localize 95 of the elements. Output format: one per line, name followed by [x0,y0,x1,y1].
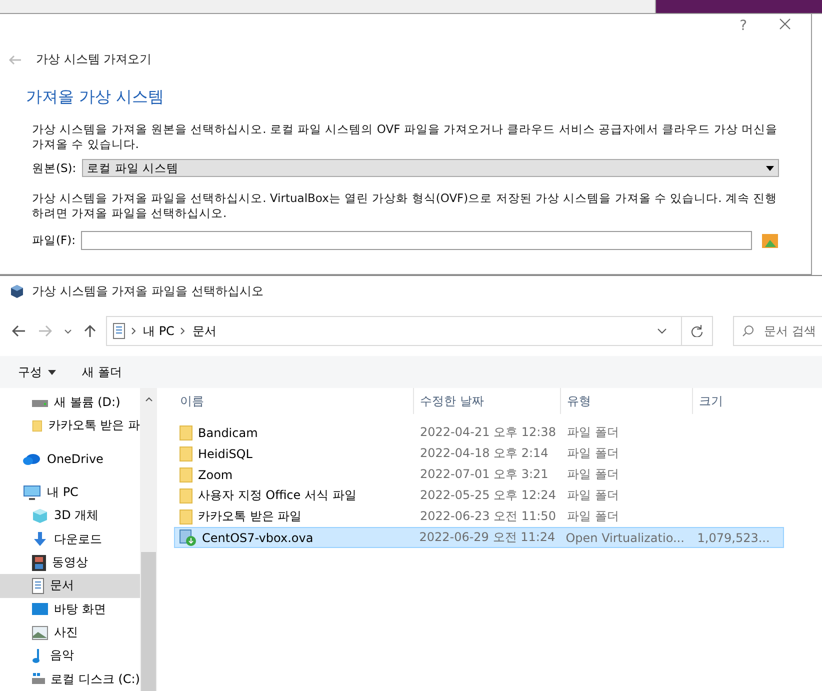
file-row[interactable]: Zoom 2022-07-01 오후 3:21 파일 폴더 [174,464,784,485]
nav-item[interactable]: 다운로드 [0,528,140,551]
address-bar[interactable]: 내 PC 문서 [106,316,682,346]
nav-item[interactable]: 문서 [0,574,140,598]
file-name: Bandicam [198,426,258,440]
folder-open-icon[interactable] [762,232,779,248]
file-row[interactable]: 카카오톡 받은 파일 2022-06-23 오전 11:50 파일 폴더 [174,506,784,527]
date-cell-text: 2022-06-29 오전 11:24 [418,529,556,546]
help-button[interactable]: ? [734,16,753,36]
date-cell-text: 2022-06-23 오전 11:50 [419,508,557,525]
column-header[interactable]: 이름 [174,388,413,414]
desktop-icon [32,602,48,616]
nav-item[interactable]: 동영상 [0,550,140,574]
nav-item[interactable]: 새 볼륨 (D:) [0,391,140,414]
nav-item[interactable]: 카카오톡 받은 파 [0,414,140,438]
up-button[interactable] [82,324,98,338]
file-name: 카카오톡 받은 파일 [198,508,302,525]
search-box[interactable]: 문서 검색 [733,316,822,346]
chevron-icon [131,327,137,335]
date-cell-text: 2022-04-21 오후 12:38 [419,424,557,441]
new-folder-button[interactable]: 새 폴더 [82,364,122,380]
folder-icon [32,418,42,434]
breadcrumb-item[interactable]: 내 PC [143,322,174,340]
size-cell-text: 1,079,523... [696,530,771,544]
column-header[interactable]: 유형 [560,388,692,414]
file-row[interactable]: 사용자 지정 Office 서식 파일 2022-05-25 오후 12:24 파일 폴더 [174,485,784,506]
type-cell-text: 파일 폴더 [566,487,620,504]
nav-item[interactable]: 내 PC [0,480,140,504]
nav-item[interactable]: 사진 [0,620,140,644]
folder-icon [179,488,193,504]
nav-item[interactable]: 바탕 화면 [0,598,140,621]
file-input-field[interactable] [81,231,752,250]
file-row[interactable]: HeidiSQL 2022-04-18 오후 2:14 파일 폴더 [174,443,784,464]
back-button[interactable] [10,325,28,337]
up-arrow-icon [84,324,96,338]
refresh-button[interactable] [681,316,713,346]
chevron-down-icon [657,328,668,334]
close-icon [779,18,791,30]
back-arrow-icon [12,325,26,337]
monitor-icon [23,484,41,501]
download-icon [32,531,48,548]
file-name: CentOS7-vbox.ova [202,530,314,544]
search-icon [742,325,754,337]
nav-item[interactable]: 로컬 디스크 (C:) [0,668,140,691]
package-icon [179,528,197,546]
file-intro-text: 가상 시스템을 가져올 파일을 선택하십시오. VirtualBox는 열린 가상화 형식(OVF)으로 저장된 가상 시스템을 가져올 수 있습니다. 계속 진행하려면 가져올 파일을 선택하십시오. [32,191,778,221]
date-cell-text: 2022-04-18 오후 2:14 [419,445,550,462]
nav-item[interactable]: OneDrive [0,448,140,471]
type-cell-text: 파일 폴더 [566,508,620,525]
file-name: Zoom [198,468,233,482]
refresh-icon [691,325,704,337]
column-header[interactable]: 크기 [692,388,784,414]
cube-icon [32,508,48,524]
drive-icon [32,398,48,408]
chevron-down-icon [64,328,72,334]
cloud-icon [23,453,41,466]
source-label: 원본(S): [32,160,76,176]
type-cell-text: Open Virtualizatio... [564,530,686,544]
chevron-icon [180,327,186,335]
folder-icon [179,508,193,524]
file-name: HeidiSQL [198,446,252,460]
picture-icon [32,626,48,640]
folder-icon [179,446,193,462]
type-cell-text: 파일 폴더 [566,445,620,462]
organize-menu-button[interactable]: 구성 [18,364,56,380]
type-cell-text: 파일 폴더 [566,424,620,441]
date-cell-text: 2022-05-25 오후 12:24 [419,487,557,504]
type-cell-text: 파일 폴더 [566,466,620,483]
file-label: 파일(F): [32,233,76,248]
scroll-up-icon [144,396,152,402]
document-icon [32,578,44,594]
wizard-title: 가상 시스템 가져오기 [36,51,152,68]
document-icon [113,323,125,339]
file-row[interactable]: CentOS7-vbox.ova 2022-06-29 오전 11:24 Open Virtualizatio... 1,079,523... [174,527,784,548]
film-icon [32,554,46,571]
wizard-heading: 가져올 가상 시스템 [25,86,166,108]
file-name: 사용자 지정 Office 서식 파일 [198,487,356,504]
cube-logo-icon [10,284,24,298]
folder-icon [179,424,193,440]
dropdown-arrow-icon [48,370,56,374]
dropdown-arrow-icon [766,166,774,170]
disk-icon [32,673,45,686]
date-cell-text: 2022-07-01 오후 3:21 [419,466,550,483]
folder-icon [179,466,193,482]
forward-arrow-icon [38,325,52,337]
nav-item[interactable]: 음악 [0,644,140,668]
recent-button[interactable] [62,328,74,334]
file-dialog-title: 가상 시스템을 가져올 파일을 선택하십시오 [32,282,264,300]
nav-item[interactable]: 3D 개체 [0,504,140,528]
file-row[interactable]: Bandicam 2022-04-21 오후 12:38 파일 폴더 [174,422,784,443]
intro-text: 가상 시스템을 가져올 원본을 선택하십시오. 로컬 파일 시스템의 OVF 파일을 가져오거나 클라우드 서비스 공급자에서 클라우드 가상 머신을 가져올 수 있습니다. [32,122,778,152]
scrollbar[interactable] [140,388,157,691]
column-header[interactable]: 수정한 날짜 [413,388,560,414]
source-dropdown[interactable]: 로컬 파일 시스템 [82,159,779,177]
breadcrumb-item[interactable]: 문서 [192,322,216,340]
